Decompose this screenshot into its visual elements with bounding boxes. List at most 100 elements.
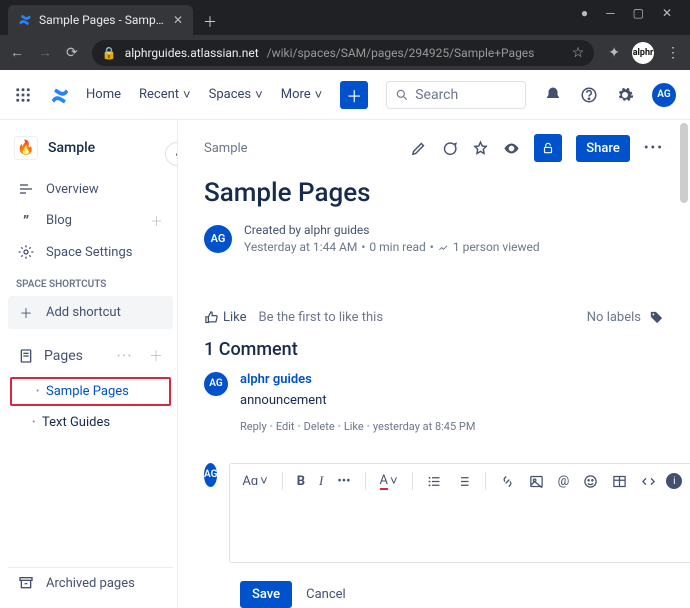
archive-icon bbox=[18, 575, 34, 591]
chevron-down-icon: ˅ bbox=[183, 87, 191, 103]
comment-text: announcement bbox=[240, 387, 475, 414]
bullet-list-icon[interactable] bbox=[423, 472, 446, 491]
extensions-icon[interactable]: ✦ bbox=[608, 45, 620, 61]
sidebar-item-label: Add shortcut bbox=[46, 305, 121, 320]
sidebar-pages[interactable]: Pages ••• ＋ bbox=[8, 339, 173, 373]
byline: AG Created by alphr guides Yesterday at … bbox=[204, 218, 664, 274]
chevron-down-icon: ˅ bbox=[390, 473, 398, 489]
forward-icon[interactable]: → bbox=[38, 44, 52, 61]
labels-icon[interactable] bbox=[649, 310, 664, 325]
gear-icon bbox=[18, 244, 34, 260]
close-tab-icon[interactable]: ✕ bbox=[173, 13, 183, 27]
timestamp: Yesterday at 1:44 AM bbox=[244, 239, 357, 256]
space-icon: 🔥 bbox=[14, 136, 38, 160]
user-avatar[interactable]: AG bbox=[652, 83, 676, 107]
sidebar-blog[interactable]: ” Blog ＋ bbox=[8, 204, 173, 237]
comment-edit[interactable]: Edit bbox=[276, 420, 304, 433]
cancel-button[interactable]: Cancel bbox=[306, 587, 346, 602]
scrollbar[interactable] bbox=[680, 123, 688, 203]
link-icon[interactable] bbox=[496, 472, 519, 491]
plus-icon: ＋ bbox=[18, 303, 34, 322]
shortcuts-heading: SPACE SHORTCUTS bbox=[8, 267, 173, 296]
comment-author[interactable]: alphr guides bbox=[240, 372, 475, 387]
help-icon[interactable] bbox=[580, 86, 598, 104]
create-button[interactable]: ＋ bbox=[340, 81, 368, 109]
text-style-dropdown[interactable]: Aɑ˅ bbox=[238, 471, 271, 491]
bold-button[interactable]: B bbox=[293, 472, 309, 491]
new-tab-button[interactable]: ＋ bbox=[203, 12, 217, 32]
editor-textarea[interactable] bbox=[230, 499, 690, 559]
more-format-icon[interactable]: ••• bbox=[333, 472, 354, 491]
sidebar-archived[interactable]: Archived pages bbox=[8, 568, 173, 598]
chevron-down-icon: ˅ bbox=[315, 87, 323, 103]
comment-icon[interactable] bbox=[441, 140, 458, 157]
close-window-icon[interactable]: ✕ bbox=[662, 6, 672, 20]
add-blog-icon[interactable]: ＋ bbox=[150, 211, 163, 230]
nav-recent[interactable]: Recent ˅ bbox=[139, 87, 191, 103]
pages-more-icon[interactable]: ••• bbox=[117, 351, 133, 362]
tree-text-guides[interactable]: Text Guides bbox=[8, 410, 173, 435]
comment-editor[interactable]: Aɑ˅ B I ••• A˅ bbox=[229, 463, 690, 563]
share-button[interactable]: Share bbox=[576, 135, 630, 162]
code-snippet-icon[interactable] bbox=[637, 472, 660, 491]
lock-icon: 🔒 bbox=[102, 46, 117, 60]
nav-spaces[interactable]: Spaces ˅ bbox=[209, 87, 263, 103]
add-page-icon[interactable]: ＋ bbox=[149, 346, 163, 366]
space-name[interactable]: Sample bbox=[48, 140, 95, 156]
url-bar[interactable]: 🔒 alphrguides.atlassian.net/wiki/spaces/… bbox=[92, 40, 595, 66]
comment-like[interactable]: Like bbox=[344, 420, 373, 433]
bookmark-star-icon[interactable]: ☆ bbox=[572, 45, 585, 61]
add-shortcut-button[interactable]: ＋ Add shortcut bbox=[8, 296, 173, 329]
emoji-icon[interactable] bbox=[579, 472, 602, 491]
italic-button[interactable]: I bbox=[315, 471, 327, 491]
browser-tab[interactable]: Sample Pages - Sample - Conflu… ✕ bbox=[8, 5, 193, 35]
tree-label: Text Guides bbox=[30, 415, 110, 430]
watch-icon[interactable] bbox=[503, 140, 520, 157]
confluence-logo-icon[interactable] bbox=[50, 86, 68, 104]
nav-home[interactable]: Home bbox=[86, 87, 121, 102]
sidebar-overview[interactable]: Overview bbox=[8, 174, 173, 204]
window-controls: ● ─ ▢ ✕ bbox=[581, 0, 690, 20]
kebab-menu-icon[interactable]: ⋮ bbox=[666, 45, 680, 61]
minimize-icon[interactable]: ─ bbox=[606, 6, 615, 20]
app-switcher-icon[interactable] bbox=[14, 86, 32, 104]
image-icon[interactable] bbox=[525, 472, 548, 491]
mention-icon[interactable]: @ bbox=[554, 472, 574, 491]
author-label: Created by alphr guides bbox=[244, 222, 540, 239]
info-panel-icon[interactable]: i bbox=[666, 473, 682, 489]
reload-icon[interactable]: ⟳ bbox=[66, 45, 78, 61]
search-input[interactable]: Search bbox=[386, 81, 526, 109]
chevron-down-icon: ˅ bbox=[255, 87, 263, 103]
search-icon bbox=[395, 88, 409, 102]
page-title: Sample Pages bbox=[204, 162, 664, 218]
edit-icon[interactable] bbox=[410, 140, 427, 157]
sidebar: ‹ 🔥 Sample Overview ” Blog ＋ Space S bbox=[0, 120, 178, 608]
author-avatar[interactable]: AG bbox=[204, 225, 232, 253]
like-button[interactable]: Like bbox=[204, 310, 247, 325]
star-icon[interactable] bbox=[472, 140, 489, 157]
view-count[interactable]: 1 person viewed bbox=[453, 239, 540, 256]
comment-delete[interactable]: Delete bbox=[304, 420, 344, 433]
browser-titlebar: Sample Pages - Sample - Conflu… ✕ ＋ ● ─ … bbox=[0, 0, 690, 35]
text-color-button[interactable]: A˅ bbox=[376, 471, 402, 492]
nav-more[interactable]: More ˅ bbox=[281, 87, 323, 103]
back-icon[interactable]: ← bbox=[10, 44, 24, 61]
restrictions-button[interactable] bbox=[534, 134, 562, 162]
maximize-icon[interactable]: ▢ bbox=[633, 6, 644, 20]
record-icon[interactable]: ● bbox=[581, 6, 588, 20]
editor-toolbar: Aɑ˅ B I ••• A˅ bbox=[230, 464, 690, 499]
more-actions-icon[interactable]: ••• bbox=[644, 140, 664, 156]
comment-avatar[interactable]: AG bbox=[204, 372, 228, 396]
tree-sample-pages[interactable]: Sample Pages bbox=[12, 379, 169, 404]
settings-gear-icon[interactable] bbox=[616, 86, 634, 104]
main-content: Sample bbox=[178, 120, 690, 608]
overview-icon bbox=[18, 181, 34, 197]
notifications-icon[interactable] bbox=[544, 86, 562, 104]
save-button[interactable]: Save bbox=[240, 581, 292, 608]
sidebar-space-settings[interactable]: Space Settings bbox=[8, 237, 173, 267]
numbered-list-icon[interactable] bbox=[452, 472, 475, 491]
profile-avatar[interactable]: alphr bbox=[632, 42, 654, 64]
breadcrumb[interactable]: Sample bbox=[204, 141, 248, 156]
table-icon[interactable] bbox=[608, 472, 631, 491]
comment-reply[interactable]: Reply bbox=[240, 420, 276, 433]
